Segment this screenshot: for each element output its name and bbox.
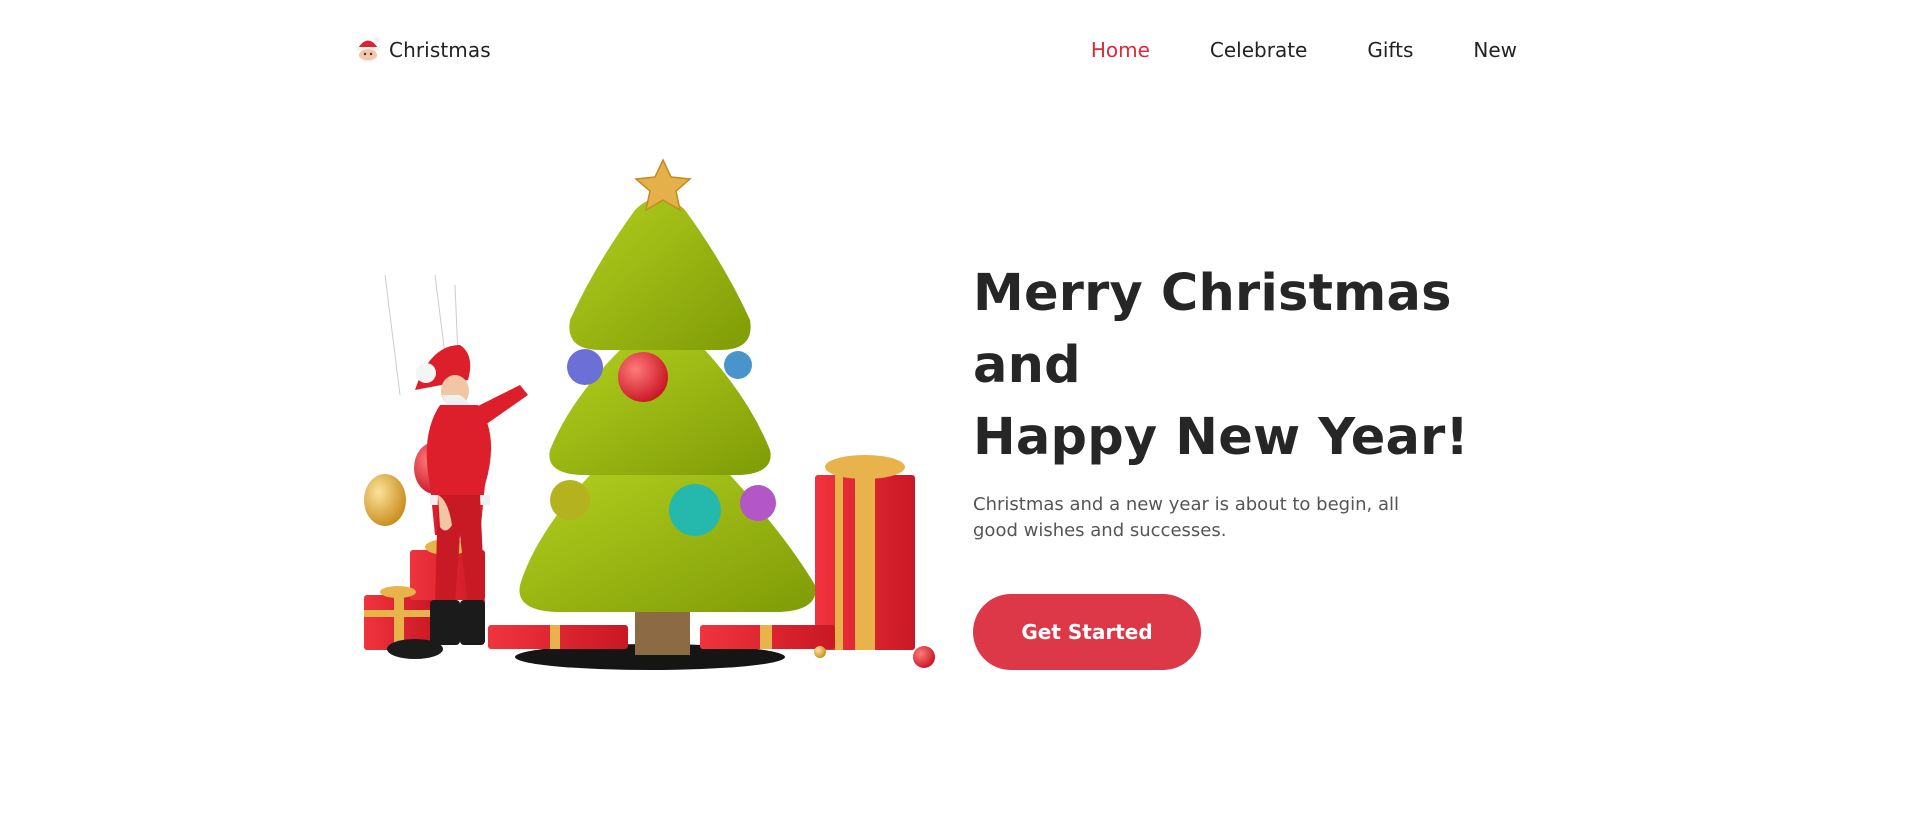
hero-section: Merry Christmas and Happy New Year! Chri… bbox=[973, 258, 1533, 670]
landing-page: Christmas Home Celebrate Gifts New Merry… bbox=[0, 0, 1907, 820]
hero-title-line-2: Happy New Year! bbox=[973, 408, 1469, 467]
brand-logo[interactable]: Christmas bbox=[355, 35, 491, 65]
ornament-blue bbox=[567, 349, 603, 385]
ornament-olive bbox=[550, 480, 590, 520]
christmas-tree bbox=[519, 197, 816, 612]
nav-link-home[interactable]: Home bbox=[1091, 38, 1150, 62]
ornament-red bbox=[618, 352, 668, 402]
hero-title-line-1: Merry Christmas and bbox=[973, 264, 1452, 395]
nav-link-new[interactable]: New bbox=[1473, 38, 1517, 62]
floor-bauble-gold bbox=[814, 646, 826, 658]
ornament-teal bbox=[669, 484, 721, 536]
brand-name: Christmas bbox=[389, 38, 491, 62]
nav-link-gifts[interactable]: Gifts bbox=[1367, 38, 1413, 62]
get-started-button[interactable]: Get Started bbox=[973, 594, 1201, 670]
hero-title: Merry Christmas and Happy New Year! bbox=[973, 258, 1533, 474]
hero-description: Christmas and a new year is about to beg… bbox=[973, 494, 1399, 541]
main-nav: Home Celebrate Gifts New bbox=[1091, 38, 1517, 62]
christmas-tree-illustration bbox=[364, 158, 935, 670]
site-header: Christmas Home Celebrate Gifts New bbox=[355, 30, 1517, 70]
ornament-light-blue bbox=[724, 351, 752, 379]
ornament-purple bbox=[740, 485, 776, 521]
nav-link-celebrate[interactable]: Celebrate bbox=[1210, 38, 1307, 62]
balloon-gold-left bbox=[364, 474, 406, 526]
floor-bauble-red bbox=[913, 646, 935, 668]
santa-face-icon bbox=[357, 37, 380, 62]
